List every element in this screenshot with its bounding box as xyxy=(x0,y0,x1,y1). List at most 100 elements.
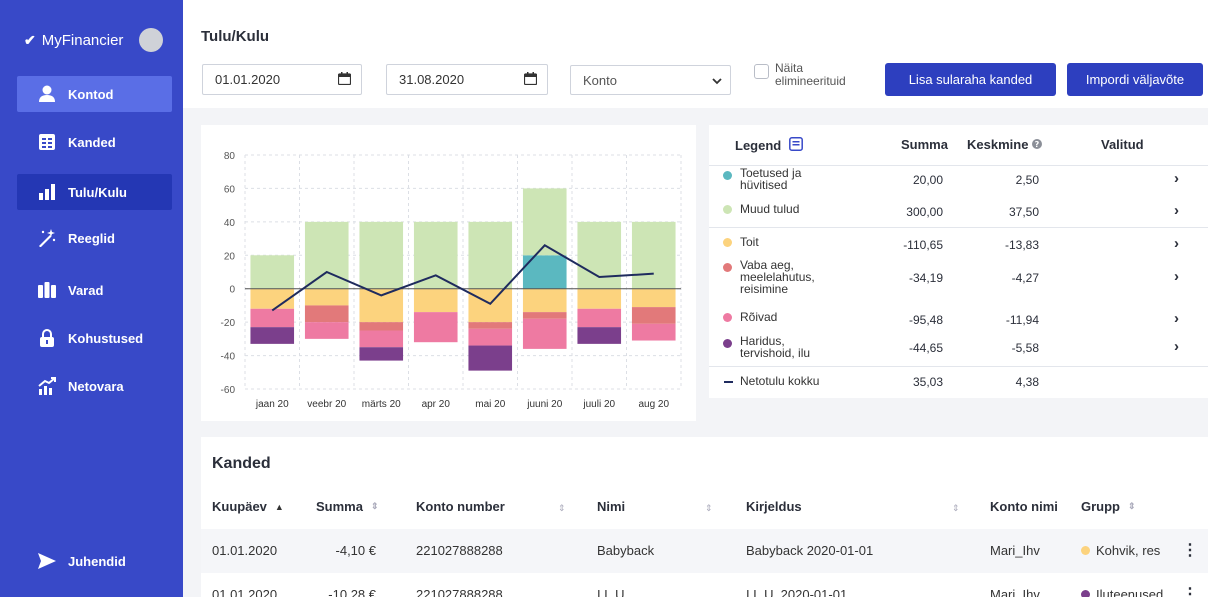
bar-segment xyxy=(522,318,567,349)
chart-panel: -60 -40 -20 0 20 40 60 80 jaan 20 veebr 20 märts 2… xyxy=(201,125,696,421)
col-header-label: Summa xyxy=(316,499,363,514)
bar-segment xyxy=(413,221,458,289)
table-row[interactable]: 01.01.2020 -4,10 € 221027888288 Babyback… xyxy=(201,529,1208,573)
sort-icon[interactable]: ⇕ xyxy=(705,503,713,514)
show-eliminated-checkbox[interactable]: Näita elimineerituid xyxy=(754,62,875,88)
help-icon[interactable]: ? xyxy=(1032,137,1043,152)
chevron-down-icon xyxy=(712,73,722,88)
col-header-label: Nimi xyxy=(597,499,626,514)
col-header-description[interactable]: Kirjeldus xyxy=(746,499,802,514)
bar-segment xyxy=(250,327,295,344)
import-statement-button[interactable]: Impordi väljavõte xyxy=(1067,63,1203,96)
bar-segment xyxy=(577,221,622,289)
chevron-right-icon[interactable]: › xyxy=(1174,202,1179,219)
magic-wand-icon xyxy=(34,228,60,248)
sidebar-item-reeglid[interactable]: Reeglid xyxy=(17,220,172,256)
group-label: Kohvik, res xyxy=(1096,543,1161,558)
col-header-label: Konto nimi xyxy=(990,499,1058,514)
legend-title: Legend xyxy=(735,137,804,154)
group-label: Iluteenused xyxy=(1096,587,1164,597)
sidebar-item-kanded[interactable]: Kanded xyxy=(17,124,172,160)
cell-name: I.L.U. xyxy=(597,587,629,597)
calendar-icon[interactable] xyxy=(523,71,538,88)
y-tick-label: 80 xyxy=(224,151,236,162)
legend-sum: -110,65 xyxy=(903,238,943,252)
table-row[interactable]: 01.01.2020 -10,28 € 221027888288 I.L.U. … xyxy=(201,573,1208,597)
x-tick-label: veebr 20 xyxy=(307,399,346,410)
chevron-right-icon[interactable]: › xyxy=(1174,338,1179,355)
legend-avg: 37,50 xyxy=(1008,205,1039,219)
color-dot xyxy=(723,238,732,247)
legend-title-text: Legend xyxy=(735,138,782,153)
sidebar-item-kontod[interactable]: Kontod xyxy=(17,76,172,112)
sidebar-item-varad[interactable]: Varad xyxy=(17,272,172,308)
chevron-right-icon[interactable]: › xyxy=(1174,268,1179,285)
bar-segment xyxy=(522,312,567,319)
chevron-right-icon[interactable]: › xyxy=(1174,170,1179,187)
col-selected: Valitud xyxy=(1101,137,1144,152)
bar-segment xyxy=(631,221,676,289)
bar-segment xyxy=(522,288,567,313)
sidebar-item-label: Tulu/Kulu xyxy=(68,184,127,200)
bar-segment xyxy=(304,305,349,323)
account-select[interactable]: Konto xyxy=(570,65,731,95)
brand[interactable]: ✔ MyFinancier xyxy=(24,28,164,52)
cell-account-name: Mari_Ihv xyxy=(990,587,1040,597)
date-from-field[interactable]: 01.01.2020 xyxy=(202,64,362,95)
sidebar-item-label: Reeglid xyxy=(68,230,115,246)
col-header-label: Grupp xyxy=(1081,499,1120,514)
sort-icon[interactable]: ⇕ xyxy=(1128,501,1136,512)
cell-description: I.L.U. 2020-01-01 xyxy=(746,587,848,597)
col-header-label: Kirjeldus xyxy=(746,499,802,514)
col-header-sum[interactable]: Summa ⇕ xyxy=(316,499,379,514)
bar-segment xyxy=(631,288,676,308)
calendar-icon[interactable] xyxy=(337,71,352,88)
y-tick-label: 0 xyxy=(229,285,235,296)
more-options-icon[interactable]: ⋮ xyxy=(1182,584,1198,597)
col-header-account-name[interactable]: Konto nimi xyxy=(990,499,1058,514)
date-to-field[interactable]: 31.08.2020 xyxy=(386,64,548,95)
y-tick-label: 20 xyxy=(224,251,236,262)
chevron-right-icon[interactable]: › xyxy=(1174,310,1179,327)
cell-account: 221027888288 xyxy=(416,543,503,558)
user-icon xyxy=(34,84,60,104)
sidebar-item-netovara[interactable]: Netovara xyxy=(17,368,172,404)
chevron-right-icon[interactable]: › xyxy=(1174,235,1179,252)
col-header-group[interactable]: Grupp ⇕ xyxy=(1081,499,1136,514)
sidebar-item-label: Varad xyxy=(68,282,104,298)
col-header-name[interactable]: Nimi xyxy=(597,499,625,514)
sidebar-item-kohustused[interactable]: Kohustused xyxy=(17,320,172,356)
legend-name: Toetused ja hüvitised xyxy=(740,166,802,192)
bar-segment xyxy=(631,323,676,341)
sidebar-item-tulu-kulu[interactable]: Tulu/Kulu xyxy=(17,174,172,210)
col-header-label: Konto number xyxy=(416,499,505,514)
add-cash-entries-button[interactable]: Lisa sularaha kanded xyxy=(885,63,1056,96)
assets-icon xyxy=(34,280,60,300)
sidebar-item-label: Kohustused xyxy=(68,330,144,346)
sort-icon[interactable]: ⇕ xyxy=(952,503,960,514)
divider xyxy=(709,366,1208,367)
bar-segment xyxy=(577,308,622,328)
col-header-account-number[interactable]: Konto number xyxy=(416,499,505,514)
cell-name: Babyback xyxy=(597,543,655,558)
col-header-date[interactable]: Kuupäev ▲ xyxy=(212,499,284,514)
sort-asc-icon[interactable]: ▲ xyxy=(275,502,284,512)
sidebar-item-juhendid[interactable]: Juhendid xyxy=(17,543,172,579)
legend-name: Rõivad xyxy=(740,310,778,324)
checkbox-box[interactable] xyxy=(754,64,769,79)
list-icon[interactable] xyxy=(789,137,804,154)
brand-logo-icon: ✔ xyxy=(24,31,36,48)
avatar[interactable] xyxy=(139,28,164,52)
legend-sum: 20,00 xyxy=(912,173,943,187)
more-options-icon[interactable]: ⋮ xyxy=(1182,540,1198,560)
sort-icon[interactable]: ⇕ xyxy=(371,501,379,512)
legend-name: Haridus, tervishoid, ilu xyxy=(740,334,811,360)
sidebar-item-label: Juhendid xyxy=(68,553,126,569)
bar-segment xyxy=(577,288,622,309)
bar-segment xyxy=(359,288,404,323)
bar-segment xyxy=(359,330,404,348)
cell-group: Iluteenused xyxy=(1081,587,1173,597)
cell-date: 01.01.2020 xyxy=(212,543,278,558)
sort-icon[interactable]: ⇕ xyxy=(558,503,566,514)
cell-sum: -10,28 € xyxy=(328,587,376,597)
